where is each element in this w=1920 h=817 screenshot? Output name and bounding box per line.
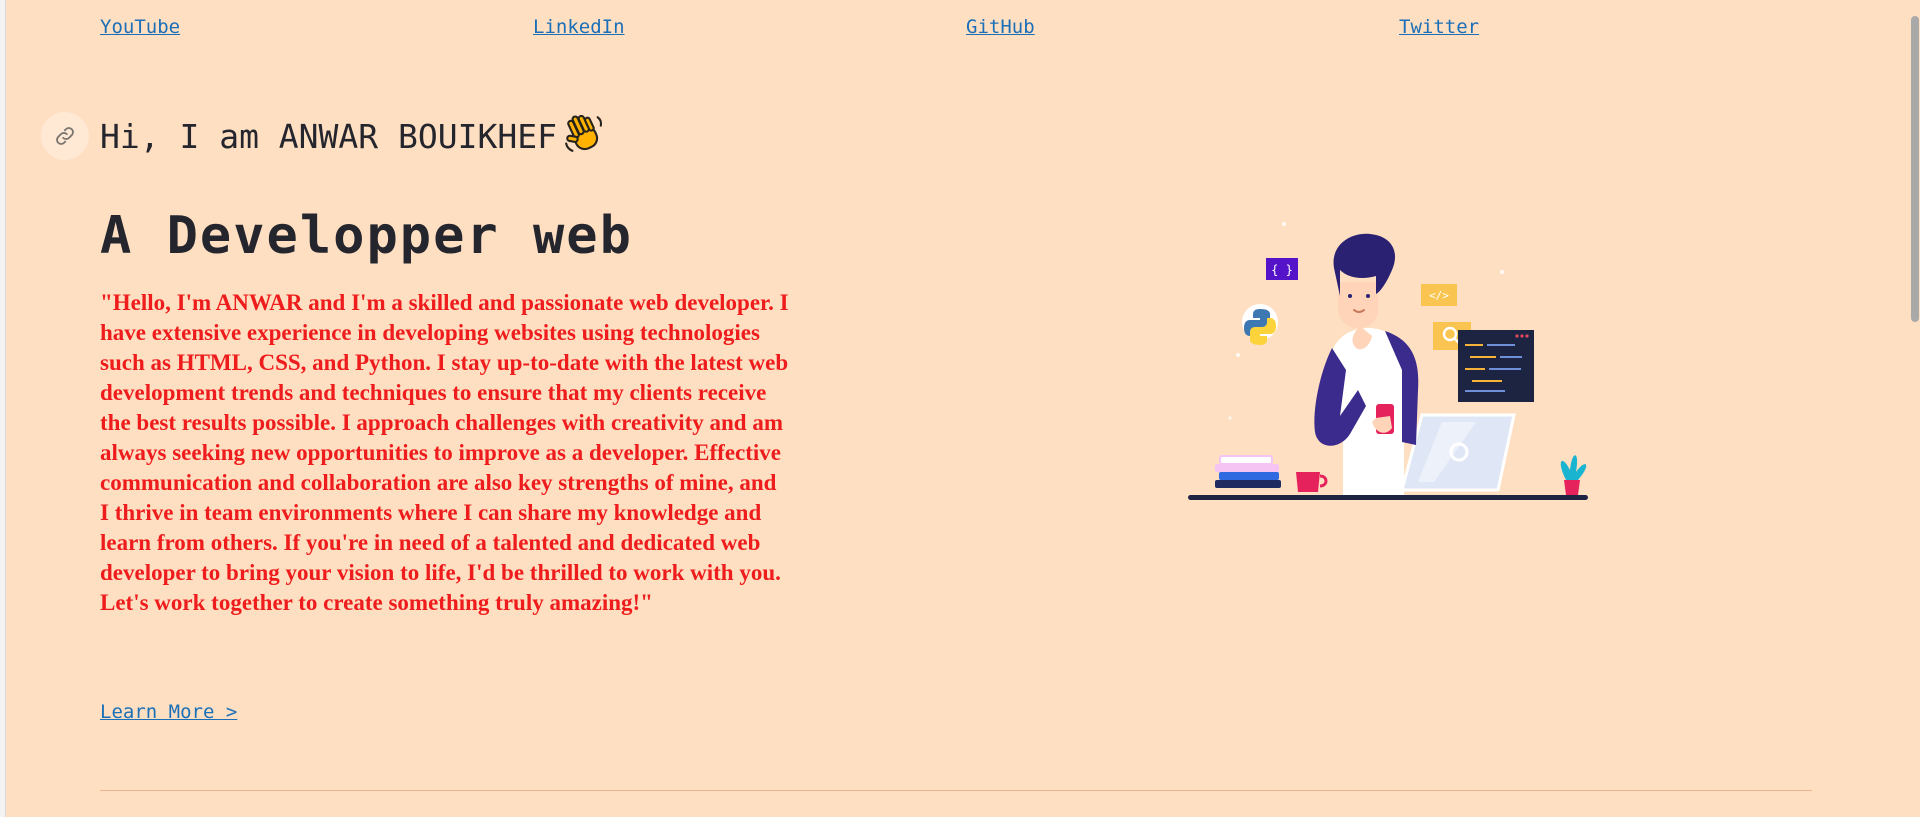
plant bbox=[1560, 455, 1587, 495]
python-icon bbox=[1242, 304, 1278, 345]
nav-link-linkedin[interactable]: LinkedIn bbox=[533, 16, 625, 38]
page-scrollbar[interactable] bbox=[1910, 0, 1920, 817]
desk bbox=[1188, 495, 1588, 500]
social-nav: YouTube LinkedIn GitHub Twitter bbox=[100, 16, 1820, 44]
braces-tag-text: { } bbox=[1271, 263, 1293, 277]
role-heading: A Developper web bbox=[100, 206, 633, 266]
waving-hand-icon bbox=[563, 112, 605, 167]
greeting-text: Hi, I am ANWAR BOUIKHEF bbox=[100, 117, 557, 156]
nav-link-youtube[interactable]: YouTube bbox=[100, 16, 180, 38]
scrollbar-thumb[interactable] bbox=[1911, 16, 1919, 322]
greeting-heading: Hi, I am ANWAR BOUIKHEF bbox=[100, 112, 605, 167]
section-divider bbox=[100, 790, 1812, 791]
book-stack bbox=[1215, 455, 1281, 488]
window-left-edge bbox=[0, 0, 6, 817]
nav-link-github[interactable]: GitHub bbox=[966, 16, 1035, 38]
bio-paragraph: "Hello, I'm ANWAR and I'm a skilled and … bbox=[100, 290, 789, 615]
code-tag-text: </> bbox=[1429, 289, 1449, 302]
link-icon bbox=[56, 127, 74, 145]
heading-anchor-button[interactable] bbox=[41, 112, 89, 160]
coffee-cup bbox=[1296, 472, 1320, 492]
developer-illustration: { } </> bbox=[1180, 210, 1600, 510]
learn-more-link[interactable]: Learn More > bbox=[100, 701, 237, 723]
nav-link-twitter[interactable]: Twitter bbox=[1399, 16, 1479, 38]
